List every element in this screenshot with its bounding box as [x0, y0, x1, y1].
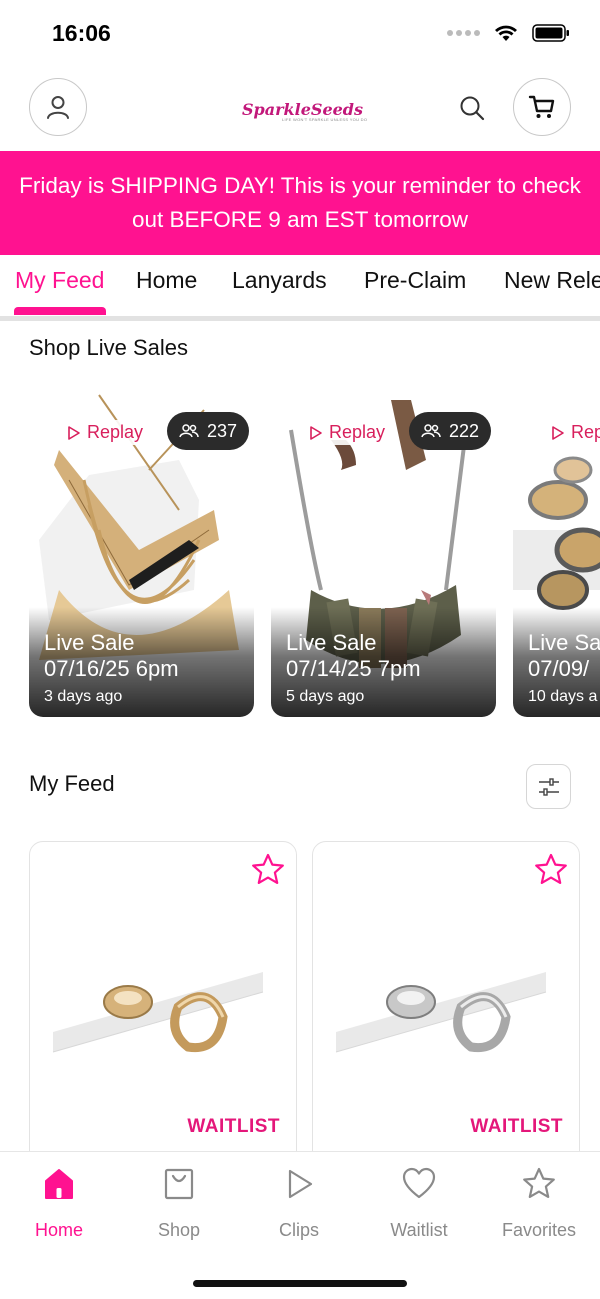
card-time-ago: 10 days a — [528, 688, 598, 705]
replay-label: Replay — [329, 422, 386, 442]
shipping-banner: Friday is SHIPPING DAY! This is your rem… — [0, 151, 600, 255]
replay-button[interactable]: Replay — [303, 420, 392, 445]
bottom-navigation: Home Shop Clips Waitlist Favorites — [0, 1151, 600, 1299]
logo-text: SparkleSeeds — [242, 99, 363, 119]
live-sales-title: Shop Live Sales — [29, 335, 188, 360]
viewer-count: 237 — [207, 420, 238, 441]
home-icon — [45, 1169, 73, 1199]
cart-icon — [528, 95, 555, 118]
battery-icon — [532, 24, 569, 42]
nav-waitlist[interactable]: Waitlist — [364, 1166, 474, 1241]
live-sales-carousel[interactable]: Replay 237 Live Sale 07/16/25 6pm 3 days… — [29, 390, 600, 720]
silver-hoop-earrings-image — [335, 972, 547, 1053]
star-icon — [523, 1167, 555, 1198]
tab-new-releases[interactable]: New Rele — [504, 267, 600, 294]
waitlist-label[interactable]: WAITLIST — [187, 1116, 280, 1138]
search-button[interactable] — [454, 90, 490, 126]
status-icons — [447, 24, 570, 42]
favorite-star-icon[interactable] — [533, 852, 569, 888]
card-time-ago: 5 days ago — [286, 688, 365, 705]
status-bar: 16:06 — [0, 0, 600, 66]
waitlist-label[interactable]: WAITLIST — [470, 1116, 563, 1138]
live-sale-card[interactable]: Replay 222 Live Sale 07/14/25 7pm 5 days… — [271, 390, 496, 717]
nav-label: Home — [34, 1220, 83, 1240]
play-icon — [288, 1169, 313, 1199]
viewers-icon — [179, 424, 199, 438]
nav-label: Favorites — [501, 1220, 577, 1240]
viewers-icon — [421, 424, 441, 438]
card-title: Live Sale — [44, 630, 135, 655]
play-outline-icon — [552, 425, 564, 440]
replay-button[interactable]: Rep — [545, 420, 600, 445]
tab-pre-claim[interactable]: Pre-Claim — [364, 267, 466, 294]
play-outline-icon — [68, 425, 80, 440]
replay-label: Rep — [571, 422, 600, 442]
play-outline-icon — [310, 425, 322, 440]
wifi-icon — [495, 25, 517, 41]
nav-label: Clips — [278, 1220, 319, 1240]
user-icon — [47, 96, 69, 119]
app-header: SparkleSeeds LIFE WON'T SPARKLE UNLESS Y… — [0, 70, 600, 150]
card-date: 07/14/25 7pm — [286, 656, 421, 681]
nav-label: Waitlist — [390, 1220, 448, 1240]
gold-hoop-earrings-image — [52, 972, 264, 1053]
card-time-ago: 3 days ago — [44, 688, 123, 705]
card-title: Live Sale — [286, 630, 377, 655]
nav-shop[interactable]: Shop — [124, 1166, 234, 1241]
category-tabs: My Feed Home Lanyards Pre-Claim New Rele — [0, 255, 600, 321]
heart-icon — [402, 1167, 436, 1199]
shopping-bag-icon — [164, 1168, 194, 1200]
logo-tagline: LIFE WON'T SPARKLE UNLESS YOU DO — [282, 117, 368, 122]
replay-label: Replay — [87, 422, 144, 442]
card-date: 07/16/25 6pm — [44, 656, 179, 681]
nav-label: Shop — [157, 1220, 201, 1240]
viewer-count-badge: 222 — [409, 412, 492, 450]
replay-button[interactable]: Replay — [61, 420, 150, 445]
active-tab-indicator — [14, 307, 106, 315]
signal-icon — [447, 30, 480, 36]
viewer-count: 222 — [449, 420, 480, 441]
search-icon — [460, 96, 485, 121]
live-sale-card[interactable]: Replay 237 Live Sale 07/16/25 6pm 3 days… — [29, 390, 254, 717]
sliders-icon — [538, 777, 559, 796]
status-time: 16:06 — [52, 20, 111, 46]
viewer-count-badge: 237 — [167, 412, 250, 450]
tab-lanyards[interactable]: Lanyards — [232, 267, 327, 294]
product-card[interactable]: WAITLIST — [312, 841, 580, 1171]
feed-title: My Feed — [29, 771, 115, 796]
product-card[interactable]: WAITLIST — [29, 841, 297, 1171]
card-date: 07/09/ — [528, 656, 590, 681]
filter-button[interactable] — [526, 764, 571, 809]
card-title: Live Sa — [528, 630, 600, 655]
brand-logo: SparkleSeeds LIFE WON'T SPARKLE UNLESS Y… — [240, 90, 367, 128]
cart-button[interactable] — [513, 78, 571, 136]
profile-button[interactable] — [29, 78, 87, 136]
live-sale-card[interactable]: Rep Live Sa 07/09/ 10 days a — [513, 390, 600, 717]
nav-favorites[interactable]: Favorites — [484, 1166, 594, 1241]
nav-home[interactable]: Home — [4, 1166, 114, 1241]
favorite-star-icon[interactable] — [250, 852, 286, 888]
tab-my-feed[interactable]: My Feed — [15, 267, 104, 294]
tab-home[interactable]: Home — [136, 267, 197, 294]
home-indicator[interactable] — [193, 1280, 407, 1287]
nav-clips[interactable]: Clips — [244, 1166, 354, 1241]
